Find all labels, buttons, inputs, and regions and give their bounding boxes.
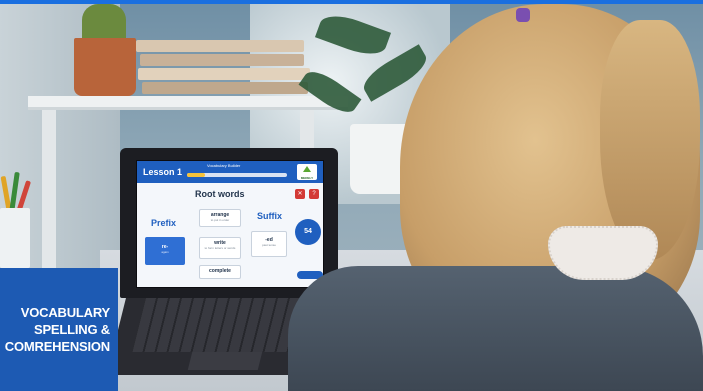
logo-text: MERELY: [300, 176, 314, 180]
ponytail: [600, 20, 700, 260]
trackpad: [187, 352, 263, 370]
caption-line: COMREHENSION: [4, 339, 110, 354]
card-word: complete: [209, 268, 231, 274]
app-logo: MERELY: [297, 164, 317, 180]
girl-sweater: [288, 266, 703, 391]
caption-box: VOCABULARY SPELLING & COMREHENSION: [0, 268, 118, 391]
card-meaning: past tense: [262, 243, 276, 247]
book: [140, 54, 304, 66]
photo-scene: Lesson 1 Vocabulary Builder MERELY Root …: [0, 0, 703, 391]
card-meaning: to put in order: [210, 218, 230, 222]
module-title: Vocabulary Builder: [207, 163, 241, 168]
close-icon[interactable]: ✕: [295, 189, 305, 199]
lace-collar: [548, 226, 658, 280]
plant-pot: [74, 38, 136, 96]
hair-tie: [516, 8, 530, 22]
progress-bar: [187, 173, 287, 177]
root-card[interactable]: complete: [199, 265, 241, 279]
help-icon[interactable]: ?: [309, 189, 319, 199]
card-meaning: to form letters or words: [204, 246, 236, 250]
prefix-card[interactable]: re- again: [145, 237, 185, 265]
laptop-screen-app: Lesson 1 Vocabulary Builder MERELY Root …: [136, 160, 324, 288]
caption-line: SPELLING &: [33, 322, 110, 337]
root-card[interactable]: write to form letters or words: [199, 237, 241, 259]
book: [138, 68, 310, 80]
root-card[interactable]: arrange to put in order: [199, 209, 241, 227]
prefix-title: Prefix: [151, 218, 177, 228]
progress-fill: [187, 173, 205, 177]
book: [136, 40, 304, 52]
section-title: Root words: [195, 189, 245, 199]
book: [142, 82, 308, 94]
caption-line: VOCABULARY: [20, 305, 110, 320]
lesson-label: Lesson 1: [143, 167, 183, 177]
shelf-leg: [42, 110, 56, 280]
card-meaning: again: [161, 250, 169, 254]
suffix-card[interactable]: -ed past tense: [251, 231, 287, 257]
score-badge: 54: [295, 219, 321, 245]
shelf: [28, 96, 348, 110]
cactus: [82, 4, 126, 42]
pencil-cup: [0, 208, 30, 268]
suffix-title: Suffix: [257, 211, 283, 221]
